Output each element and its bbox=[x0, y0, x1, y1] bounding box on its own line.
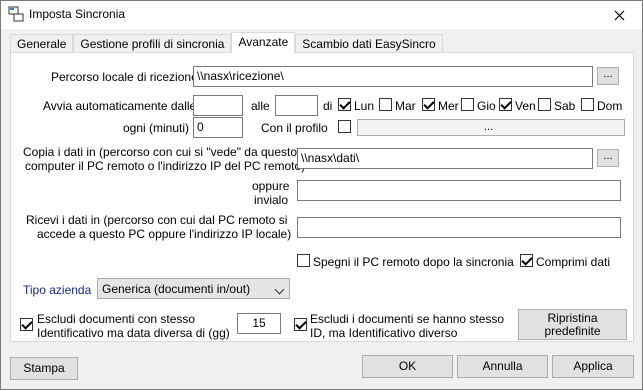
compress-checkbox[interactable] bbox=[520, 254, 533, 267]
company-type-label: Tipo azienda bbox=[23, 283, 92, 297]
day-ven-label: Ven bbox=[515, 99, 536, 113]
exclude-id-checkbox[interactable] bbox=[294, 318, 307, 331]
day-lun-checkbox[interactable] bbox=[338, 98, 351, 111]
day-mar-label: Mar bbox=[395, 99, 416, 113]
close-icon bbox=[614, 10, 624, 20]
day-dom-checkbox[interactable] bbox=[581, 98, 594, 111]
copy-to-label-line1: Copia i dati in (percorso con cui si "ve… bbox=[23, 145, 298, 159]
send-to-input[interactable] bbox=[297, 180, 621, 201]
close-button[interactable] bbox=[596, 1, 642, 29]
receive-input[interactable] bbox=[297, 217, 621, 238]
receive-label-line2: accede a questo PC oppure l'indirizzo IP… bbox=[37, 227, 292, 241]
ok-button[interactable]: OK bbox=[362, 355, 453, 378]
chevron-down-icon bbox=[274, 284, 285, 295]
day-gio-label: Gio bbox=[477, 99, 496, 113]
restore-defaults-line2: predefinite bbox=[544, 324, 601, 338]
company-type-value: Generica (documenti in/out) bbox=[102, 282, 251, 296]
send-label-line1: oppure bbox=[252, 179, 290, 193]
auto-start-days-label: di bbox=[323, 99, 333, 113]
tab-gestione-profili[interactable]: Gestione profili di sincronia bbox=[73, 34, 232, 53]
local-path-input[interactable]: \\nasx\ricezione\ bbox=[193, 66, 593, 87]
shutdown-remote-checkbox[interactable] bbox=[297, 254, 310, 267]
tab-panel-avanzate: Percorso locale di ricezione \\nasx\rice… bbox=[10, 52, 634, 342]
auto-start-from-input[interactable] bbox=[193, 95, 243, 116]
exclude-date-checkbox[interactable] bbox=[20, 318, 33, 331]
window-title: Imposta Sincronia bbox=[29, 7, 126, 21]
local-path-browse-button[interactable]: ... bbox=[597, 67, 619, 85]
auto-start-to-label: alle bbox=[251, 99, 270, 113]
day-mer-label: Mer bbox=[438, 99, 459, 113]
exclude-date-days-input[interactable]: 15 bbox=[237, 313, 281, 334]
auto-start-to-input[interactable] bbox=[275, 95, 318, 116]
profile-label: Con il profilo bbox=[261, 121, 328, 135]
exclude-id-label-line2: ID, ma Identificativo diverso bbox=[310, 326, 458, 340]
settings-dialog: Imposta Sincronia Generale Gestione prof… bbox=[0, 0, 643, 390]
tab-avanzate[interactable]: Avanzate bbox=[231, 32, 296, 53]
local-path-label: Percorso locale di ricezione bbox=[51, 70, 198, 84]
copy-to-input[interactable]: \\nasx\dati\ bbox=[297, 148, 593, 169]
tab-scambio-dati[interactable]: Scambio dati EasySincro bbox=[295, 34, 443, 53]
copy-to-label-line2: computer il PC remoto o l'indirizzo IP d… bbox=[25, 159, 306, 173]
print-button[interactable]: Stampa bbox=[10, 357, 78, 380]
sync-app-icon bbox=[8, 6, 24, 22]
compress-label: Comprimi dati bbox=[536, 255, 611, 269]
profile-select-button[interactable]: ... bbox=[357, 119, 625, 136]
day-mer-checkbox[interactable] bbox=[422, 98, 435, 111]
day-sab-checkbox[interactable] bbox=[538, 98, 551, 111]
exclude-date-label-line2: Identificativo ma data diversa di (gg) bbox=[37, 326, 230, 340]
day-gio-checkbox[interactable] bbox=[461, 98, 474, 111]
restore-defaults-button[interactable]: Ripristina predefinite bbox=[518, 309, 627, 340]
exclude-date-label-line1: Escludi documenti con stesso bbox=[37, 312, 196, 326]
send-label-line2: invialo bbox=[254, 193, 289, 207]
company-type-select[interactable]: Generica (documenti in/out) bbox=[97, 278, 290, 299]
shutdown-remote-label: Spegni il PC remoto dopo la sincronia bbox=[313, 255, 514, 269]
receive-label-line1: Ricevi i dati in (percorso con cui dal P… bbox=[26, 213, 288, 227]
profile-checkbox[interactable] bbox=[338, 120, 351, 133]
day-sab-label: Sab bbox=[554, 99, 576, 113]
apply-button[interactable]: Applica bbox=[552, 355, 634, 378]
every-minutes-label: ogni (minuti) bbox=[123, 121, 190, 135]
cancel-button[interactable]: Annulla bbox=[457, 355, 548, 378]
exclude-id-label-line1: Escludi i documenti se hanno stesso bbox=[310, 312, 505, 326]
auto-start-from-label: Avvia automaticamente dalle bbox=[43, 99, 197, 113]
day-ven-checkbox[interactable] bbox=[499, 98, 512, 111]
profile-browse-label: ... bbox=[484, 121, 494, 133]
day-dom-label: Dom bbox=[597, 99, 623, 113]
day-lun-label: Lun bbox=[354, 99, 375, 113]
copy-to-browse-button[interactable]: ... bbox=[597, 149, 619, 167]
tab-generale[interactable]: Generale bbox=[10, 34, 74, 53]
title-bar: Imposta Sincronia bbox=[1, 1, 642, 29]
tab-strip: Generale Gestione profili di sincronia A… bbox=[10, 32, 443, 53]
every-minutes-input[interactable]: 0 bbox=[193, 117, 243, 138]
day-mar-checkbox[interactable] bbox=[379, 98, 392, 111]
